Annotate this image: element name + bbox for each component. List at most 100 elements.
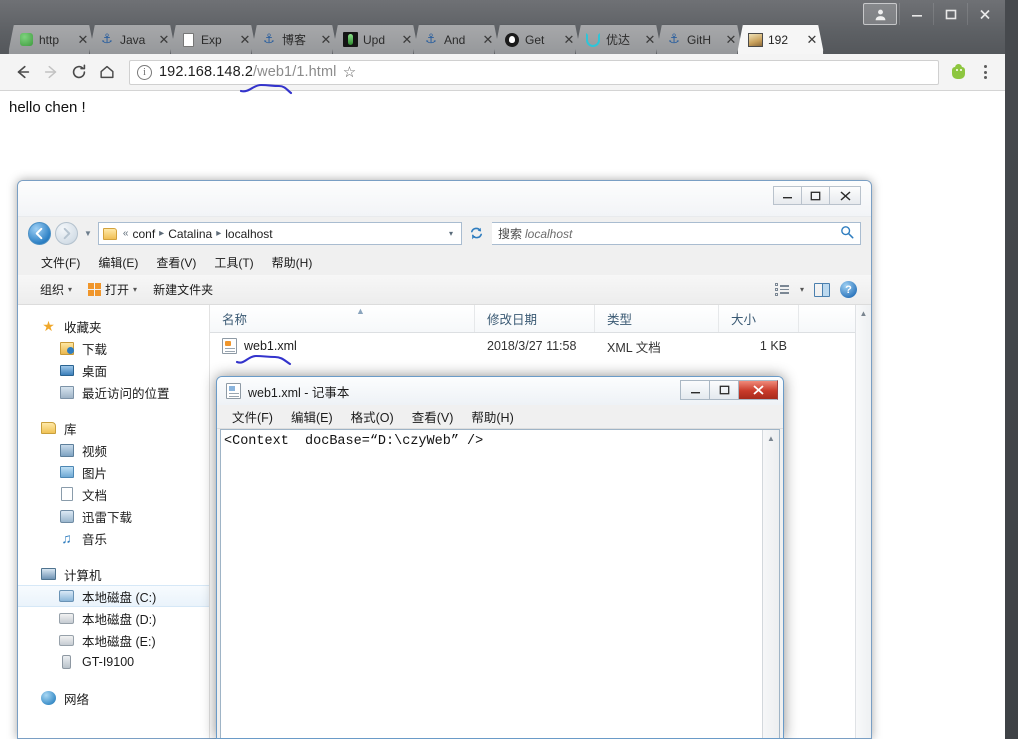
profile-icon[interactable] — [863, 3, 897, 25]
breadcrumb[interactable]: « conf ▸ Catalina ▸ localhost ▾ — [97, 222, 462, 245]
tab-close-icon[interactable]: ✕ — [319, 32, 333, 47]
minimize-button[interactable] — [899, 3, 933, 25]
reload-button[interactable] — [65, 58, 93, 86]
sidebar-item-desktop[interactable]: 桌面 — [18, 359, 209, 381]
tab-close-icon[interactable]: ✕ — [724, 32, 738, 47]
new-folder-button[interactable]: 新建文件夹 — [145, 279, 221, 300]
sidebar-item-music[interactable]: ♫ 音乐 — [18, 527, 209, 549]
sidebar-item-documents[interactable]: 文档 — [18, 483, 209, 505]
explorer-forward-button[interactable] — [55, 222, 78, 245]
tab-close-icon[interactable]: ✕ — [562, 32, 576, 47]
sidebar-item-network[interactable]: 网络 — [18, 687, 209, 709]
notepad-menu-help[interactable]: 帮助(H) — [462, 405, 522, 428]
home-button[interactable] — [93, 58, 121, 86]
browser-tab-0[interactable]: http ✕ — [8, 24, 95, 54]
sidebar-item-local-disk-e[interactable]: 本地磁盘 (E:) — [18, 629, 209, 651]
sidebar-item-favorites[interactable]: ★ 收藏夹 — [18, 315, 209, 337]
notepad-menu-edit[interactable]: 编辑(E) — [282, 405, 342, 428]
menu-edit[interactable]: 编辑(E) — [89, 252, 147, 273]
menu-view[interactable]: 查看(V) — [147, 252, 205, 273]
address-bar[interactable]: i 192.168.148.2/web1/1.html ☆ — [129, 59, 939, 85]
menu-help[interactable]: 帮助(H) — [263, 252, 322, 273]
preview-pane-icon[interactable] — [814, 282, 830, 297]
search-input[interactable]: 搜索 localhost — [491, 222, 862, 245]
tab-close-icon[interactable]: ✕ — [400, 32, 414, 47]
chevron-down-icon[interactable]: ▾ — [800, 285, 804, 294]
sidebar-item-thunder-download[interactable]: 迅雷下载 — [18, 505, 209, 527]
breadcrumb-overflow[interactable]: « — [122, 228, 130, 239]
sidebar-item-pictures[interactable]: 图片 — [18, 461, 209, 483]
sidebar-item-downloads[interactable]: 下载 — [18, 337, 209, 359]
tab-close-icon[interactable]: ✕ — [157, 32, 171, 47]
notepad-content[interactable]: <Context docBase=“D:\czyWeb” /> — [221, 430, 762, 738]
android-extension-icon[interactable] — [950, 63, 967, 81]
three-dot-menu-icon[interactable] — [974, 65, 996, 79]
notepad-menu-view[interactable]: 查看(V) — [403, 405, 463, 428]
browser-tab-5[interactable]: ⚓ And ✕ — [413, 24, 500, 54]
tab-strip: http ✕ ⚓ Java ✕ Exp ✕ ⚓ 博客 ✕ Upd ✕ ⚓ And… — [0, 0, 1005, 54]
explorer-close-button[interactable] — [829, 186, 861, 205]
forward-button[interactable] — [37, 58, 65, 86]
notepad-scrollbar[interactable]: ▲ — [762, 430, 779, 738]
notepad-maximize-button[interactable] — [709, 380, 738, 400]
organize-button[interactable]: 组织 ▾ — [32, 279, 80, 300]
anchor-icon: ⚓ — [668, 32, 680, 47]
file-name-cell[interactable]: web1.xml — [210, 338, 475, 354]
breadcrumb-segment-2[interactable]: localhost — [222, 227, 275, 241]
tab-close-icon[interactable]: ✕ — [238, 32, 252, 47]
notepad-menu-file[interactable]: 文件(F) — [223, 405, 282, 428]
sidebar-item-gt-i9100[interactable]: GT-I9100 — [18, 651, 209, 673]
notepad-text-area[interactable]: <Context docBase=“D:\czyWeb” /> ▲ — [220, 429, 780, 738]
explorer-back-button[interactable] — [28, 222, 51, 245]
browser-tab-2[interactable]: Exp ✕ — [170, 24, 257, 54]
open-button[interactable]: 打开 ▾ — [80, 279, 145, 300]
browser-tab-7[interactable]: 优达 ✕ — [575, 24, 662, 54]
browser-tab-9-active[interactable]: 192 ✕ — [737, 24, 824, 54]
breadcrumb-dropdown-icon[interactable]: ▾ — [443, 229, 459, 238]
tab-close-icon[interactable]: ✕ — [805, 32, 819, 47]
chevron-down-icon: ▾ — [68, 285, 73, 294]
close-button[interactable] — [967, 3, 1001, 25]
column-header-name[interactable]: 名称 — [210, 305, 475, 332]
browser-tab-3[interactable]: ⚓ 博客 ✕ — [251, 24, 338, 54]
refresh-icon[interactable] — [466, 223, 488, 245]
green-cube-icon — [18, 32, 34, 48]
tab-close-icon[interactable]: ✕ — [643, 32, 657, 47]
maximize-button[interactable] — [933, 3, 967, 25]
notepad-minimize-button[interactable] — [680, 380, 709, 400]
sidebar-item-local-disk-d[interactable]: 本地磁盘 (D:) — [18, 607, 209, 629]
browser-tab-1[interactable]: ⚓ Java ✕ — [89, 24, 176, 54]
menu-file[interactable]: 文件(F) — [32, 252, 89, 273]
breadcrumb-segment-1[interactable]: Catalina — [165, 227, 215, 241]
column-header-type[interactable]: 类型 — [595, 305, 719, 332]
scroll-up-icon[interactable]: ▲ — [856, 305, 871, 321]
bookmark-star-icon[interactable]: ☆ — [336, 63, 362, 81]
column-header-modified[interactable]: 修改日期 — [475, 305, 595, 332]
table-row[interactable]: web1.xml 2018/3/27 11:58 XML 文档 1 KB — [210, 333, 871, 359]
notepad-close-button[interactable] — [738, 380, 778, 400]
explorer-maximize-button[interactable] — [801, 186, 829, 205]
sidebar-item-videos[interactable]: 视频 — [18, 439, 209, 461]
browser-tab-8[interactable]: ⚓ GitH ✕ — [656, 24, 743, 54]
menu-tools[interactable]: 工具(T) — [205, 252, 262, 273]
explorer-navigation-pane: ★ 收藏夹 下载 桌面 最近访问的位置 库 视频 图片 文档 迅雷下载 ♫ 音乐… — [18, 305, 210, 738]
help-icon[interactable]: ? — [840, 281, 857, 298]
explorer-minimize-button[interactable] — [773, 186, 801, 205]
scroll-up-icon[interactable]: ▲ — [763, 430, 779, 447]
view-options-icon[interactable] — [774, 283, 790, 296]
notepad-menu-format[interactable]: 格式(O) — [342, 405, 403, 428]
sidebar-item-recent-places[interactable]: 最近访问的位置 — [18, 381, 209, 403]
browser-tab-4[interactable]: Upd ✕ — [332, 24, 419, 54]
back-button[interactable] — [9, 58, 37, 86]
column-header-size[interactable]: 大小 — [719, 305, 799, 332]
explorer-scrollbar[interactable]: ▲ — [855, 305, 871, 738]
history-dropdown-icon[interactable]: ▼ — [82, 229, 94, 238]
sidebar-item-libraries[interactable]: 库 — [18, 417, 209, 439]
sidebar-item-local-disk-c[interactable]: 本地磁盘 (C:) — [18, 585, 209, 607]
site-info-icon[interactable]: i — [137, 64, 152, 80]
tab-close-icon[interactable]: ✕ — [481, 32, 495, 47]
sidebar-item-computer[interactable]: 计算机 — [18, 563, 209, 585]
browser-tab-6[interactable]: Get ✕ — [494, 24, 581, 54]
tab-close-icon[interactable]: ✕ — [76, 32, 90, 47]
breadcrumb-segment-0[interactable]: conf — [129, 227, 158, 241]
